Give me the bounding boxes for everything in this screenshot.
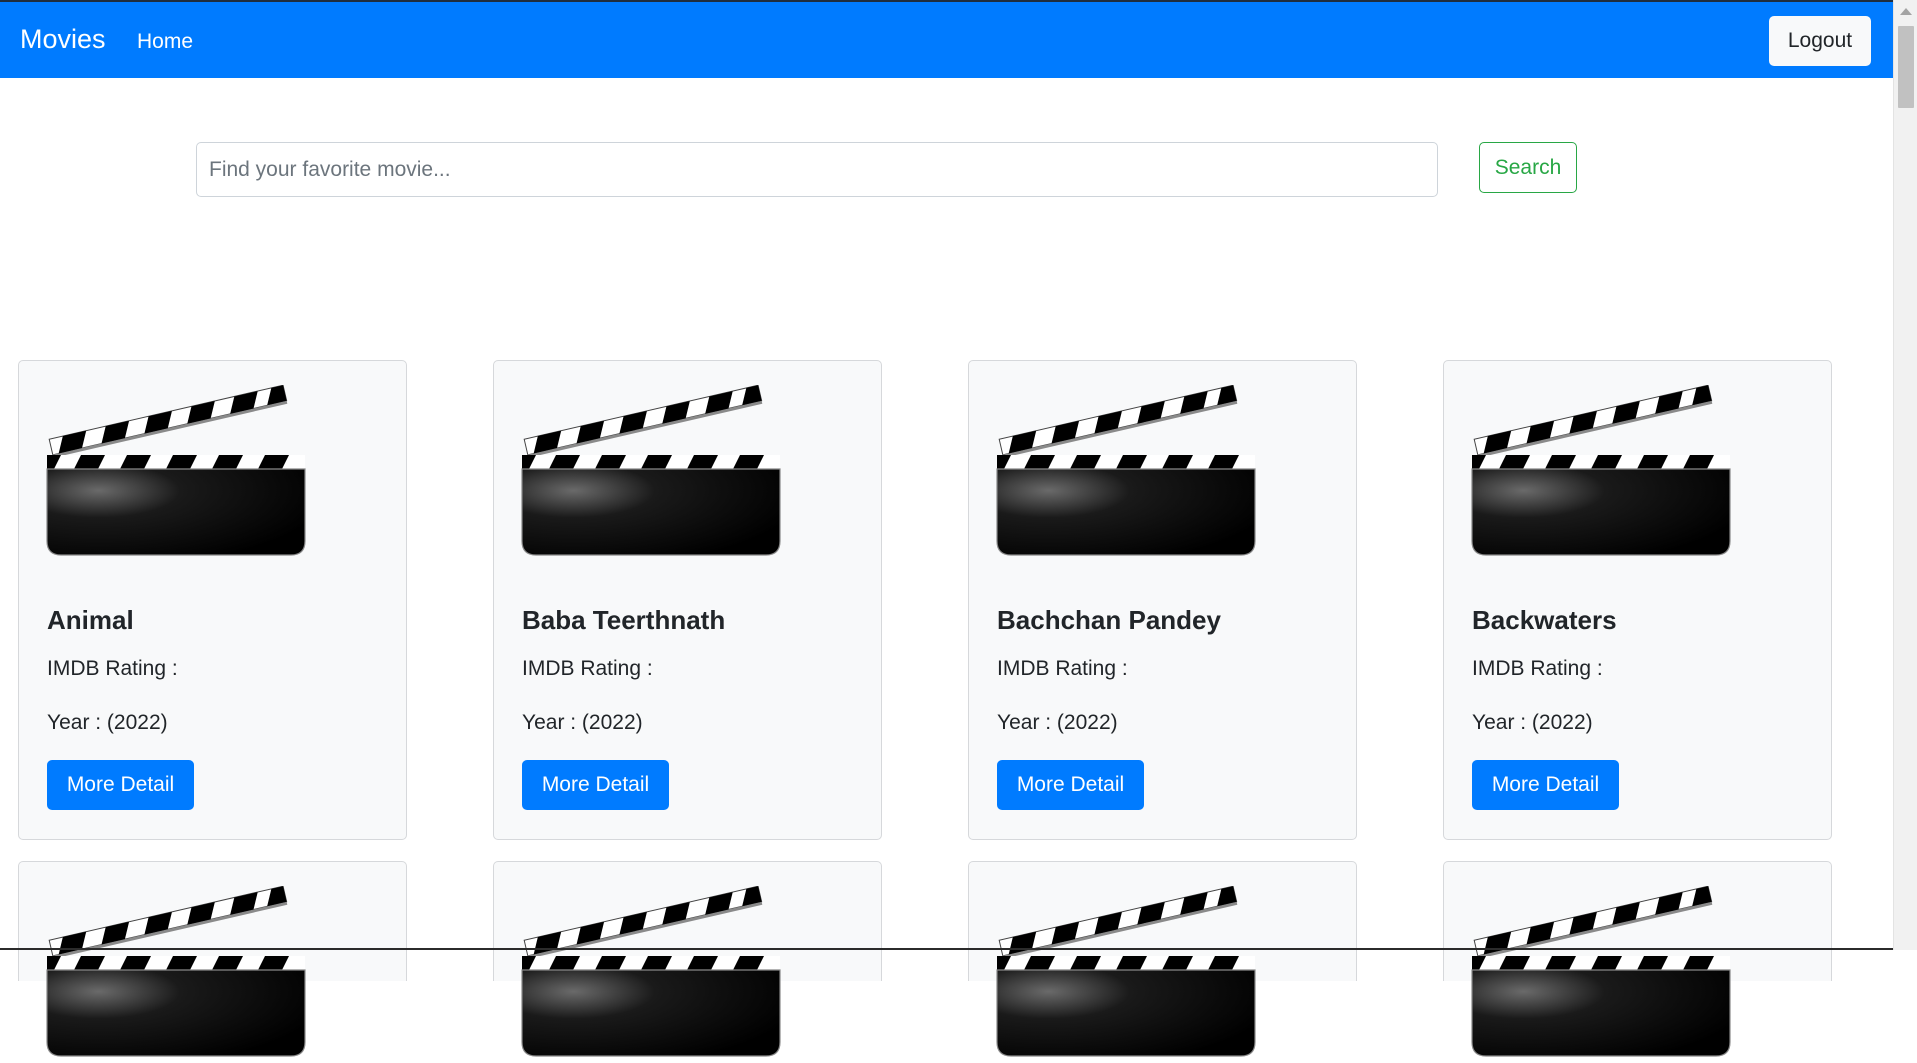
search-input[interactable] [196,142,1438,197]
more-detail-button[interactable]: More Detail [997,760,1144,810]
movie-card [493,861,882,1057]
clapperboard-icon [520,885,782,1058]
movie-rating: IMDB Rating : [522,657,653,680]
movie-year: Year : (2022) [522,711,643,734]
movie-rating: IMDB Rating : [997,657,1128,680]
clapperboard-icon [45,384,307,557]
clapperboard-icon [1470,885,1732,1058]
clapperboard-icon [995,384,1257,557]
clapperboard-icon [1470,384,1732,557]
movie-card [18,861,407,1057]
movie-card [968,861,1357,1057]
nav-link-home[interactable]: Home [137,30,193,54]
navbar: Movies Home Logout [0,0,1893,78]
movie-card: Bachchan Pandey IMDB Rating : Year : (2022… [968,360,1357,840]
clapperboard-icon [520,384,782,557]
vertical-scrollbar[interactable] [1893,0,1917,950]
movie-card [1443,861,1832,1057]
movie-year: Year : (2022) [1472,711,1593,734]
clapperboard-icon [995,885,1257,1058]
more-detail-button[interactable]: More Detail [47,760,194,810]
search-button[interactable]: Search [1479,142,1577,193]
movie-card: Animal IMDB Rating : Year : (2022) More Det… [18,360,407,840]
scroll-up-arrow-icon[interactable] [1900,8,1912,15]
more-detail-button[interactable]: More Detail [1472,760,1619,810]
movie-rating: IMDB Rating : [47,657,178,680]
logout-button[interactable]: Logout [1769,16,1871,66]
navbar-brand[interactable]: Movies [20,24,106,55]
movie-card: Backwaters IMDB Rating : Year : (2022) More… [1443,360,1832,840]
more-detail-button[interactable]: More Detail [522,760,669,810]
movie-year: Year : (2022) [997,711,1118,734]
movie-year: Year : (2022) [47,711,168,734]
clapperboard-icon [45,885,307,1058]
movie-rating: IMDB Rating : [1472,657,1603,680]
movie-title: Backwaters [1472,605,1617,635]
movie-title: Bachchan Pandey [997,605,1221,635]
movie-title: Animal [47,605,134,635]
movie-card: Baba Teerthnath IMDB Rating : Year : (2022… [493,360,882,840]
scrollbar-thumb[interactable] [1898,26,1914,108]
movie-title: Baba Teerthnath [522,605,726,635]
